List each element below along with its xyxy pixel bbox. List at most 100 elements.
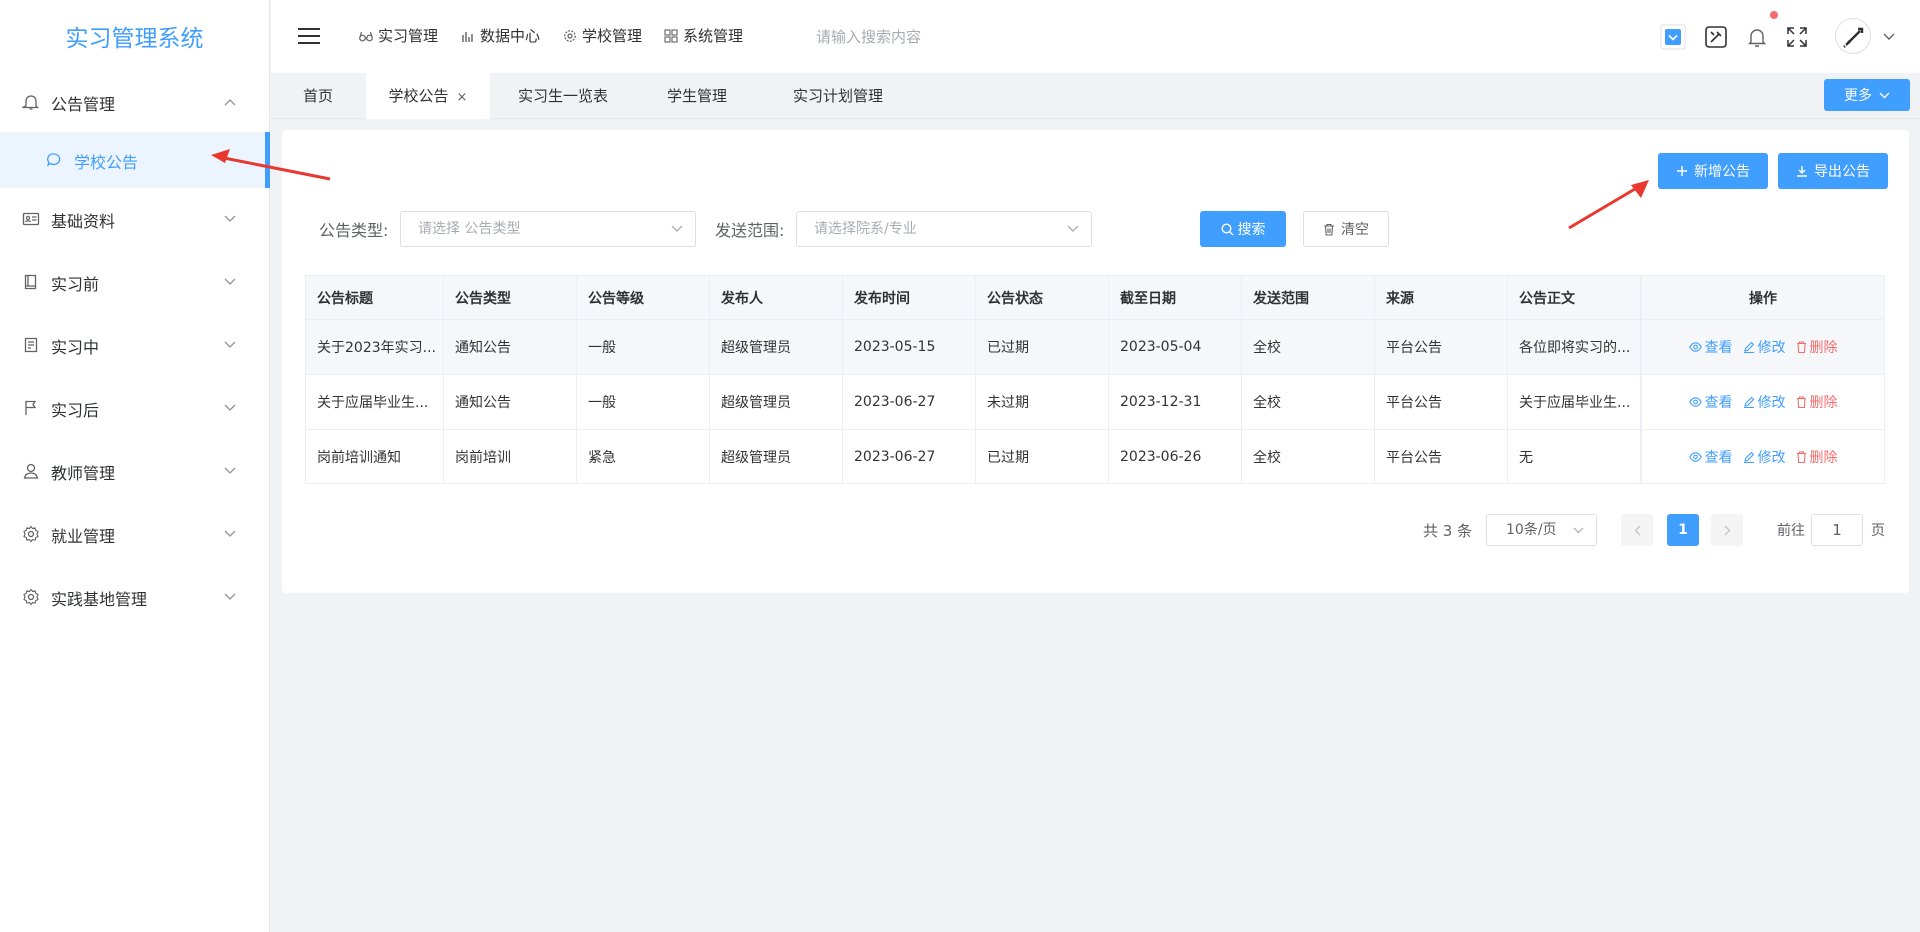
- column-header: 操作: [1641, 276, 1884, 319]
- sidebar-item-basic-data[interactable]: 基础资料: [0, 188, 270, 251]
- sidebar-item-practice-base-management[interactable]: 实践基地管理: [0, 566, 270, 629]
- next-page-button[interactable]: [1711, 514, 1743, 546]
- sidebar-item-announcements[interactable]: 公告管理: [0, 71, 270, 134]
- tab-school-announcements[interactable]: 学校公告 ×: [366, 73, 490, 119]
- cell-title: 关于2023年实习...: [306, 320, 444, 374]
- chevron-down-icon[interactable]: [1883, 33, 1895, 41]
- glasses-icon: [359, 31, 373, 41]
- content-card: 新增公告 导出公告 公告类型: 请选择 公告类型 发送范围: 请选择院系/专业 …: [282, 130, 1909, 593]
- notification-dot: [1770, 11, 1778, 19]
- topnav-school-management[interactable]: 学校管理: [563, 25, 642, 46]
- delete-button[interactable]: 删除: [1796, 447, 1838, 467]
- search-icon: [1220, 222, 1233, 235]
- column-header: 公告类型: [444, 276, 577, 319]
- close-icon[interactable]: ×: [457, 90, 468, 105]
- column-header: 公告等级: [577, 276, 710, 319]
- cell-content: 关于应届毕业生...: [1508, 375, 1641, 429]
- header-search-input[interactable]: 请输入搜索内容: [816, 26, 921, 47]
- announcement-type-select[interactable]: 请选择 公告类型: [400, 211, 696, 247]
- cell-actions: 查看 修改 删除: [1641, 320, 1884, 374]
- sword-avatar-icon: [1843, 27, 1864, 48]
- view-button[interactable]: 查看: [1688, 337, 1733, 357]
- topnav-internship-management[interactable]: 实习管理: [359, 25, 438, 46]
- column-header: 发送范围: [1242, 276, 1375, 319]
- edit-settings-icon[interactable]: [1703, 24, 1729, 50]
- dropdown-toggle-icon[interactable]: [1660, 24, 1686, 50]
- export-announcement-button[interactable]: 导出公告: [1778, 153, 1888, 189]
- topnav-system-management[interactable]: 系统管理: [664, 25, 743, 46]
- cell-source: 平台公告: [1375, 320, 1508, 374]
- table-header-row: 公告标题 公告类型 公告等级 发布人 发布时间 公告状态 截至日期 发送范围 来…: [306, 276, 1884, 320]
- sidebar-item-employment-management[interactable]: 就业管理: [0, 503, 270, 566]
- column-header: 发布时间: [843, 276, 976, 319]
- cell-type: 通知公告: [444, 320, 577, 374]
- delete-button[interactable]: 删除: [1796, 337, 1838, 357]
- sidebar-subitem-school-announcements[interactable]: 学校公告: [0, 132, 270, 188]
- trash-icon: [1796, 396, 1806, 408]
- chevron-down-icon: [224, 278, 236, 285]
- topnav-label: 系统管理: [683, 27, 744, 45]
- announcement-type-label: 公告类型:: [319, 221, 389, 240]
- tab-internship-plan[interactable]: 实习计划管理: [767, 73, 909, 119]
- view-button[interactable]: 查看: [1688, 447, 1733, 467]
- eye-icon: [1688, 397, 1702, 407]
- cell-status: 未过期: [976, 375, 1109, 429]
- pagination-total: 共 3 条: [1423, 522, 1473, 540]
- cell-deadline: 2023-12-31: [1109, 375, 1242, 429]
- download-icon: [1797, 166, 1807, 177]
- prev-page-button[interactable]: [1621, 514, 1653, 546]
- grid-icon: [664, 28, 678, 43]
- eye-icon: [1688, 452, 1702, 462]
- plus-icon: [1677, 166, 1687, 176]
- sidebar-item-teacher-management[interactable]: 教师管理: [0, 440, 270, 503]
- hamburger-menu-icon[interactable]: [297, 27, 321, 45]
- chevron-down-icon: [1067, 225, 1079, 232]
- top-header: 实习管理 数据中心 学校管理 系统管理 请输入搜索内容: [271, 0, 1920, 73]
- more-tabs-button[interactable]: 更多: [1824, 79, 1910, 111]
- cell-level: 一般: [577, 375, 710, 429]
- avatar[interactable]: [1835, 18, 1871, 54]
- topnav-label: 数据中心: [480, 27, 541, 45]
- table-row: 关于2023年实习... 通知公告 一般 超级管理员 2023-05-15 已过…: [306, 320, 1884, 375]
- chat-bubble-icon: [46, 153, 61, 167]
- view-button[interactable]: 查看: [1688, 392, 1733, 412]
- page-size-select[interactable]: 10条/页: [1486, 514, 1597, 546]
- page-number-1[interactable]: 1: [1667, 514, 1699, 546]
- tab-home[interactable]: 首页: [271, 73, 365, 119]
- cell-deadline: 2023-05-04: [1109, 320, 1242, 374]
- send-scope-select[interactable]: 请选择院系/专业: [796, 211, 1092, 247]
- cell-scope: 全校: [1242, 430, 1375, 484]
- chevron-down-icon: [1573, 527, 1584, 534]
- goto-page-input[interactable]: 1: [1811, 514, 1863, 546]
- tab-student-management[interactable]: 学生管理: [641, 73, 753, 119]
- clear-button[interactable]: 清空: [1303, 211, 1389, 247]
- add-announcement-button[interactable]: 新增公告: [1658, 153, 1768, 189]
- delete-button[interactable]: 删除: [1796, 392, 1838, 412]
- chevron-left-icon: [1634, 525, 1640, 535]
- chevron-down-icon: [224, 530, 236, 537]
- search-button[interactable]: 搜索: [1200, 211, 1286, 247]
- cell-publisher: 超级管理员: [710, 320, 843, 374]
- pencil-icon: [1743, 396, 1754, 408]
- cell-actions: 查看 修改 删除: [1641, 375, 1884, 429]
- bell-notification-icon[interactable]: [1744, 24, 1770, 50]
- sidebar-item-pre-internship[interactable]: 实习前: [0, 251, 270, 314]
- gear-icon: [564, 29, 576, 42]
- topnav-data-center[interactable]: 数据中心: [461, 25, 540, 46]
- chevron-up-icon: [224, 99, 236, 106]
- tab-intern-list[interactable]: 实习生一览表: [498, 73, 628, 119]
- topnav-label: 实习管理: [378, 27, 439, 45]
- cell-level: 一般: [577, 320, 710, 374]
- cell-deadline: 2023-06-26: [1109, 430, 1242, 484]
- sidebar-item-during-internship[interactable]: 实习中: [0, 314, 270, 377]
- edit-button[interactable]: 修改: [1743, 447, 1786, 467]
- chevron-down-icon: [224, 467, 236, 474]
- sidebar-item-label: 教师管理: [51, 463, 116, 483]
- edit-button[interactable]: 修改: [1743, 392, 1786, 412]
- chevron-down-icon: [224, 215, 236, 222]
- sidebar-item-post-internship[interactable]: 实习后: [0, 377, 270, 440]
- fullscreen-icon[interactable]: [1784, 24, 1810, 50]
- cell-publish-time: 2023-05-15: [843, 320, 976, 374]
- edit-button[interactable]: 修改: [1743, 337, 1786, 357]
- sidebar-item-label: 实践基地管理: [51, 589, 148, 609]
